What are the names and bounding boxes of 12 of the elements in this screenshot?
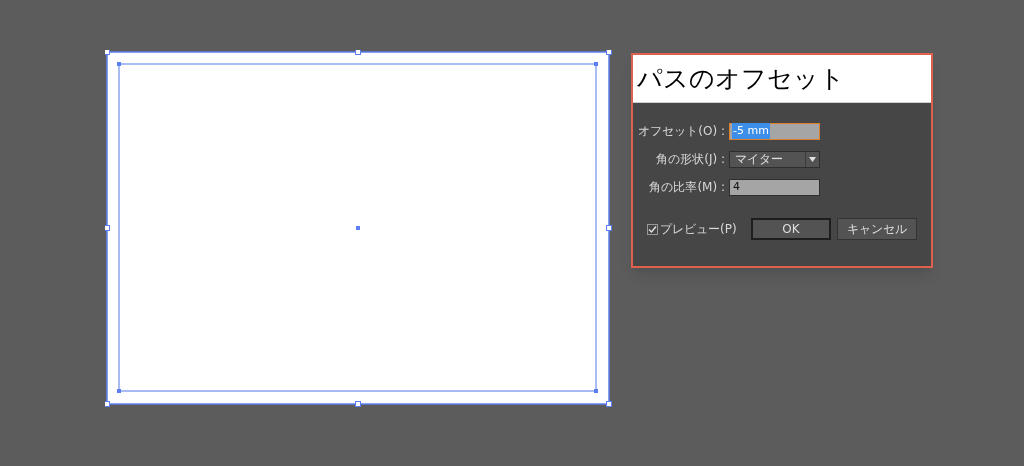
preview-label: プレビュー(P) bbox=[660, 221, 737, 238]
preview-checkbox[interactable] bbox=[647, 223, 658, 235]
field-label: 角の比率(M) : bbox=[648, 179, 726, 196]
input-field[interactable]: 4 bbox=[729, 178, 820, 196]
cancel-button[interactable]: キャンセル bbox=[837, 218, 917, 240]
field-label: 角の形状(J) : bbox=[655, 151, 726, 168]
field-label: オフセット(O) : bbox=[637, 123, 726, 140]
caret-icon bbox=[809, 156, 816, 162]
dialog-title: パスのオフセット bbox=[637, 66, 845, 91]
ok-button[interactable]: OK bbox=[751, 218, 831, 240]
corner-dropdown[interactable]: マイター bbox=[729, 150, 820, 168]
input-field[interactable]: -5 mm bbox=[729, 122, 820, 140]
